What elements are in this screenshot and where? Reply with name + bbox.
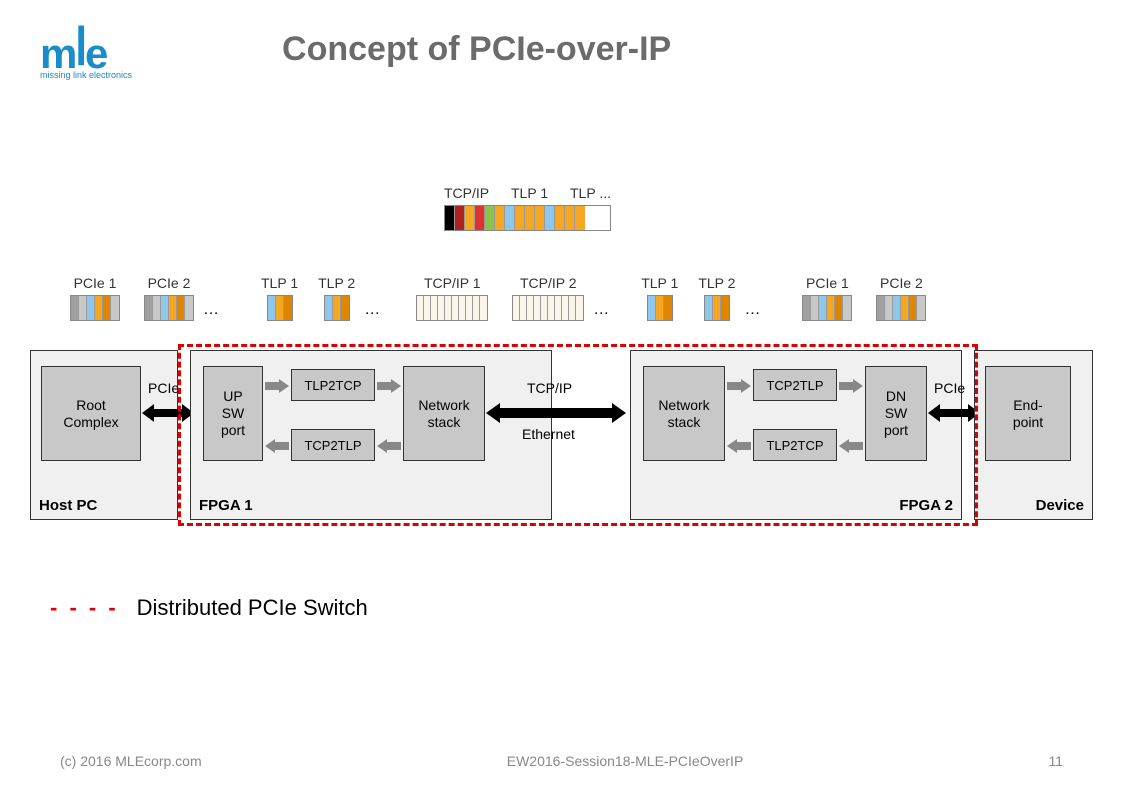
label-pcie1-r: PCIe 1 <box>806 275 849 291</box>
label-tlp2-l: TLP 2 <box>318 275 355 291</box>
label-tlp2-r: TLP 2 <box>698 275 735 291</box>
label-tlp1-r: TLP 1 <box>641 275 678 291</box>
ellipsis: … <box>360 301 384 321</box>
label-pcie2-r: PCIe 2 <box>880 275 923 291</box>
packet-pcie2-r <box>876 295 926 321</box>
top-label-tcpip: TCP/IP <box>444 185 506 201</box>
ellipsis: … <box>199 301 223 321</box>
device-box: End- point Device <box>974 350 1093 520</box>
packet-pcie1-l <box>70 295 120 321</box>
page-title: Concept of PCIe-over-IP <box>282 30 671 69</box>
label-tcpip2: TCP/IP 2 <box>520 275 577 291</box>
label-tlp1-l: TLP 1 <box>261 275 298 291</box>
footer-left: (c) 2016 MLEcorp.com <box>60 753 202 769</box>
ellipsis: … <box>589 301 613 321</box>
device-label: Device <box>1036 497 1084 514</box>
legend-text: Distributed PCIe Switch <box>137 595 368 621</box>
host-pc-box: Root Complex Host PC <box>30 350 178 520</box>
packet-tlp1-l <box>267 295 293 321</box>
top-packet <box>444 205 611 231</box>
endpoint-box: End- point <box>985 366 1071 461</box>
packet-tcpip2 <box>512 295 584 321</box>
host-label: Host PC <box>39 497 97 514</box>
packet-tlp2-r <box>704 295 730 321</box>
packet-tlp2-l <box>324 295 350 321</box>
label-pcie-left: PCIe <box>148 380 179 396</box>
dashed-switch-outline <box>178 344 978 526</box>
packet-pcie2-l <box>144 295 194 321</box>
packet-tlp1-r <box>647 295 673 321</box>
packet-pcie1-r <box>802 295 852 321</box>
main-diagram: Root Complex Host PC PCIe UP SW port TLP… <box>30 350 1093 520</box>
legend: - - - - Distributed PCIe Switch <box>50 595 368 621</box>
top-label-tlp-etc: TLP ... <box>570 185 611 201</box>
logo-tagline: missing link electronics <box>40 70 132 80</box>
logo: mle missing link electronics <box>40 30 132 88</box>
footer: (c) 2016 MLEcorp.com EW2016-Session18-ML… <box>60 753 1063 769</box>
ellipsis: … <box>740 301 764 321</box>
root-complex-box: Root Complex <box>41 366 141 461</box>
label-pcie2-l: PCIe 2 <box>148 275 191 291</box>
legend-dash-icon: - - - - <box>50 595 119 621</box>
footer-center: EW2016-Session18-MLE-PCIeOverIP <box>507 753 744 769</box>
footer-right: 11 <box>1048 753 1063 769</box>
label-tcpip1: TCP/IP 1 <box>424 275 481 291</box>
label-pcie1-l: PCIe 1 <box>74 275 117 291</box>
top-label-tlp1: TLP 1 <box>511 185 565 201</box>
packet-tcpip1 <box>416 295 488 321</box>
